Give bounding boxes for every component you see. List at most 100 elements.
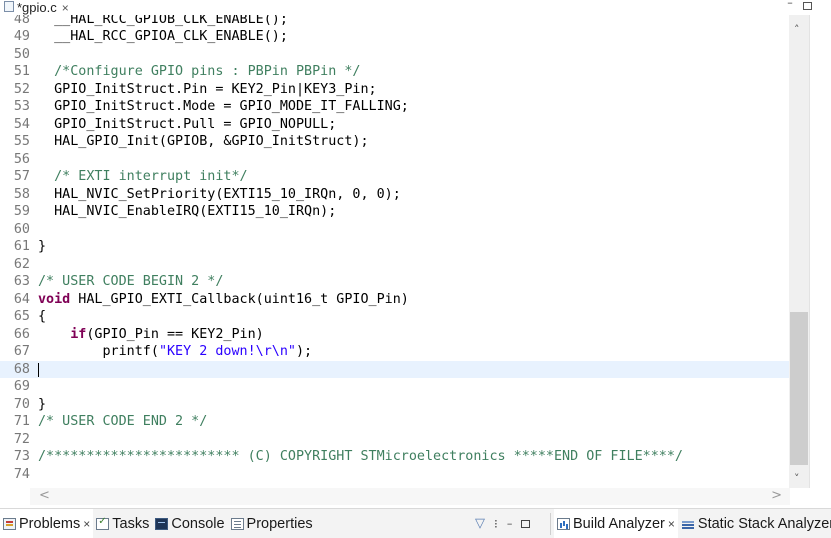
bottom-view-tabs: Problems × Tasks Console Properties [0, 509, 316, 538]
close-icon[interactable]: × [668, 517, 675, 531]
code-line[interactable]: 69 [0, 378, 789, 396]
code-line[interactable]: 57 /* EXTI interrupt init*/ [0, 168, 789, 186]
line-number: 70 [13, 396, 30, 412]
comment-token: /************************ (C) COPYRIGHT … [38, 449, 683, 464]
code-line[interactable]: 66 if(GPIO_Pin == KEY2_Pin) [0, 326, 789, 344]
line-number: 64 [13, 291, 30, 307]
code-text: HAL_NVIC_EnableIRQ(EXTI15_10_IRQn); [38, 203, 336, 221]
code-line[interactable]: 72 [0, 431, 789, 449]
line-number: 58 [13, 186, 30, 202]
tab-tasks[interactable]: Tasks [93, 516, 152, 532]
code-token: GPIO_InitStruct.Pin = KEY2_Pin|KEY3_Pin; [38, 81, 377, 97]
tab-problems[interactable]: Problems × [0, 509, 94, 538]
code-text: HAL_NVIC_SetPriority(EXTI15_10_IRQn, 0, … [38, 186, 401, 204]
close-icon[interactable]: × [83, 517, 90, 531]
line-number: 74 [13, 466, 30, 482]
line-number: 66 [13, 326, 30, 342]
editor-tab-gpio-c[interactable]: *gpio.c × [0, 0, 75, 15]
filter-icon[interactable]: ▽ [475, 516, 485, 531]
code-token: ); [296, 344, 313, 359]
tab-label: Console [171, 515, 225, 532]
maximize-icon[interactable] [521, 519, 531, 528]
code-token: } [38, 239, 47, 254]
string-token: "KEY 2 down!\r\n" [158, 344, 296, 359]
line-number: 71 [13, 414, 30, 429]
code-line[interactable]: 55 HAL_GPIO_Init(GPIOB, &GPIO_InitStruct… [0, 133, 789, 151]
comment-token: /* EXTI interrupt init*/ [38, 169, 248, 184]
code-text: } [38, 396, 46, 414]
code-text: /*Configure GPIO pins : PBPin PBPin */ [38, 63, 360, 81]
code-text: __HAL_RCC_GPIOA_CLK_ENABLE(); [38, 28, 288, 46]
line-number: 59 [13, 204, 30, 219]
code-line[interactable]: 59 HAL_NVIC_EnableIRQ(EXTI15_10_IRQn); [0, 203, 789, 221]
line-number: 50 [13, 46, 30, 62]
minimize-icon[interactable]: – [507, 517, 513, 530]
code-line[interactable]: 67 printf("KEY 2 down!\r\n"); [0, 343, 789, 361]
properties-icon [230, 517, 244, 530]
code-line[interactable]: 65 { [0, 308, 789, 326]
code-line[interactable]: 60 [0, 221, 789, 239]
code-text: } [38, 238, 46, 256]
tab-console[interactable]: Console [152, 516, 227, 532]
scroll-up-icon[interactable]: ˄ [794, 23, 800, 36]
code-line[interactable]: 62 [0, 256, 789, 274]
current-code-line[interactable]: 68 [0, 360, 789, 378]
code-text: { [38, 308, 46, 326]
code-text: void HAL_GPIO_EXTI_Callback(uint16_t GPI… [38, 291, 409, 309]
view-menu-icon[interactable]: ⁝ [494, 517, 498, 531]
close-icon[interactable]: × [62, 1, 69, 15]
maximize-icon[interactable] [803, 2, 812, 10]
tab-label: Static Stack Analyzer [697, 515, 831, 532]
line-number: 53 [13, 99, 30, 114]
code-line[interactable]: 50 [0, 46, 789, 64]
divider [550, 512, 551, 535]
comment-token: /* USER CODE BEGIN 2 */ [38, 274, 224, 289]
line-number: 67 [13, 344, 30, 359]
line-number: 61 [13, 239, 30, 254]
tab-static-stack-analyzer[interactable]: Static Stack Analyzer [678, 516, 831, 532]
code-line[interactable]: 71 /* USER CODE END 2 */ [0, 413, 789, 431]
keyword-token: void [38, 291, 71, 307]
code-line[interactable]: 63 /* USER CODE BEGIN 2 */ [0, 273, 789, 291]
code-token: __HAL_RCC_GPIOA_CLK_ENABLE(); [38, 29, 288, 44]
vertical-scrollbar[interactable]: ˄ ˅ [789, 15, 809, 488]
stack-analyzer-icon [681, 518, 695, 530]
code-line[interactable]: 61} [0, 238, 789, 256]
scroll-right-icon[interactable]: > [771, 488, 782, 503]
code-line[interactable]: 52 GPIO_InitStruct.Pin = KEY2_Pin|KEY3_P… [0, 81, 789, 99]
scroll-down-icon[interactable]: ˅ [794, 472, 800, 485]
code-text: printf("KEY 2 down!\r\n"); [38, 343, 312, 361]
code-line[interactable]: 74 [0, 466, 789, 484]
tab-build-analyzer[interactable]: Build Analyzer × [554, 509, 678, 538]
code-line[interactable]: 51 /*Configure GPIO pins : PBPin PBPin *… [0, 63, 789, 81]
code-text: GPIO_InitStruct.Pin = KEY2_Pin|KEY3_Pin; [38, 81, 377, 99]
code-line[interactable]: 70} [0, 396, 789, 414]
scroll-left-icon[interactable]: < [39, 488, 50, 503]
line-number: 69 [13, 379, 30, 394]
code-line[interactable]: 58 HAL_NVIC_SetPriority(EXTI15_10_IRQn, … [0, 186, 789, 204]
code-editor[interactable]: 48 __HAL_RCC_GPIOB_CLK_ENABLE(); 49 __HAL… [0, 15, 789, 488]
vertical-scroll-thumb[interactable] [790, 312, 808, 465]
line-number: 72 [13, 431, 30, 447]
tab-label: Problems [19, 515, 81, 532]
comment-token: /*Configure GPIO pins : PBPin PBPin */ [38, 64, 361, 79]
code-token: GPIO_InitStruct.Pull = GPIO_NOPULL; [38, 116, 337, 132]
code-line[interactable]: 56 [0, 151, 789, 169]
comment-token: /* USER CODE END 2 */ [38, 414, 208, 429]
tasks-icon [96, 516, 110, 530]
horizontal-scrollbar[interactable]: < > [30, 488, 790, 505]
keyword-token: if [70, 326, 87, 342]
line-number: 60 [13, 221, 30, 237]
code-line[interactable]: 53 GPIO_InitStruct.Mode = GPIO_MODE_IT_F… [0, 98, 789, 116]
code-line[interactable]: 49 __HAL_RCC_GPIOA_CLK_ENABLE(); [0, 28, 789, 46]
line-number: 73 [13, 449, 30, 464]
code-line[interactable]: 73 /************************ (C) COPYRIGH… [0, 448, 789, 466]
editor-tab-bar: *gpio.c × – [0, 0, 831, 15]
code-token: (GPIO_Pin == KEY2_Pin) [86, 326, 264, 342]
minimize-icon[interactable]: – [784, 0, 796, 9]
code-line[interactable]: 64 void HAL_GPIO_EXTI_Callback(uint16_t G… [0, 291, 789, 309]
code-line[interactable]: 54 GPIO_InitStruct.Pull = GPIO_NOPULL; [0, 116, 789, 134]
build-analyzer-icon [557, 517, 570, 530]
tab-properties[interactable]: Properties [228, 516, 316, 532]
code-line[interactable]: 48 __HAL_RCC_GPIOB_CLK_ENABLE(); [0, 15, 789, 28]
